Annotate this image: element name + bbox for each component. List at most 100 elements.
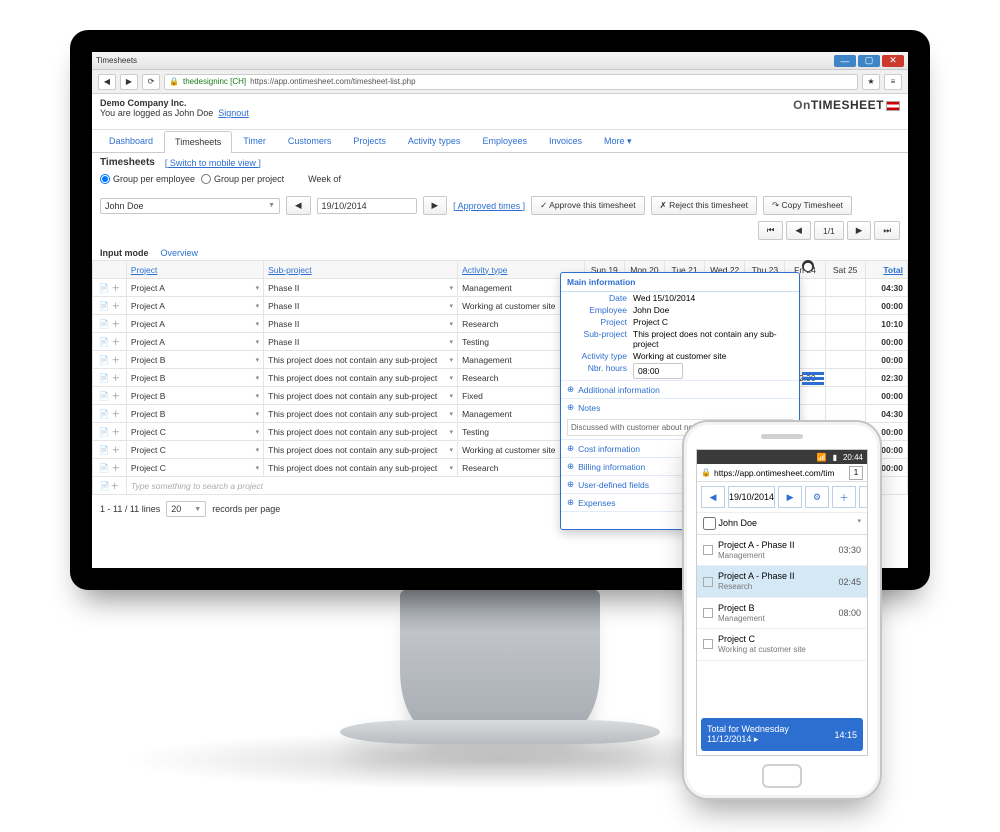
row-add-icon[interactable]: ＋	[111, 463, 120, 473]
phone-list-item[interactable]: Project BManagement08:00	[697, 598, 867, 629]
row-add-icon[interactable]: 📄＋	[100, 481, 119, 491]
row-add-icon[interactable]: ＋	[111, 337, 120, 347]
subproject-select[interactable]: Phase II▾	[268, 301, 453, 311]
checkbox[interactable]	[703, 577, 713, 587]
page-prev[interactable]: ◀	[786, 221, 811, 240]
row-copy-icon[interactable]: 📄	[99, 355, 110, 365]
row-copy-icon[interactable]: 📄	[99, 409, 110, 419]
phone-day-next[interactable]: ▶	[778, 486, 802, 508]
row-copy-icon[interactable]: 📄	[99, 373, 110, 383]
tab-projects[interactable]: Projects	[342, 130, 397, 152]
page-first[interactable]: ⏮	[758, 221, 784, 240]
time-cell[interactable]	[825, 387, 865, 405]
popover-hours-input[interactable]: 08:00	[633, 363, 683, 379]
tab-more-[interactable]: More ▾	[593, 130, 643, 152]
phone-date[interactable]: 19/10/2014	[728, 486, 775, 508]
project-select[interactable]: Project C▾	[131, 463, 259, 473]
window-maximize[interactable]: ▢	[858, 55, 880, 67]
row-add-icon[interactable]: ＋	[111, 427, 120, 437]
phone-settings[interactable]: ⚙	[805, 486, 829, 508]
subproject-select[interactable]: This project does not contain any sub-pr…	[268, 445, 453, 455]
tab-activity-types[interactable]: Activity types	[397, 130, 472, 152]
tab-timesheets[interactable]: Timesheets	[164, 131, 232, 153]
project-select[interactable]: Project B▾	[131, 355, 259, 365]
row-copy-icon[interactable]: 📄	[99, 319, 110, 329]
phone-list-item[interactable]: Project A - Phase IIManagement03:30	[697, 535, 867, 566]
row-add-icon[interactable]: ＋	[111, 373, 120, 383]
project-select[interactable]: Project C▾	[131, 427, 259, 437]
popover-drag-handle[interactable]	[802, 372, 824, 394]
project-select[interactable]: Project B▾	[131, 373, 259, 383]
subproject-select[interactable]: This project does not contain any sub-pr…	[268, 463, 453, 473]
project-select[interactable]: Project B▾	[131, 409, 259, 419]
time-cell[interactable]	[825, 279, 865, 297]
phone-tabs-button[interactable]: 1	[849, 466, 863, 480]
mode-overview[interactable]: Overview	[161, 248, 199, 258]
row-copy-icon[interactable]: 📄	[99, 391, 110, 401]
popover-additional[interactable]: ⊕Additional information	[561, 380, 799, 398]
checkbox[interactable]	[703, 608, 713, 618]
row-add-icon[interactable]: ＋	[111, 319, 120, 329]
project-select[interactable]: Project A▾	[131, 319, 259, 329]
phone-add[interactable]: ＋	[832, 486, 856, 508]
row-add-icon[interactable]: ＋	[111, 283, 120, 293]
row-add-icon[interactable]: ＋	[111, 355, 120, 365]
subproject-select[interactable]: Phase II▾	[268, 337, 453, 347]
phone-total-row[interactable]: Total for Wednesday 11/12/2014 ▸ 14:15	[701, 718, 863, 751]
nav-reload[interactable]: ⟳	[142, 74, 160, 90]
project-select[interactable]: Project C▾	[131, 445, 259, 455]
browser-menu[interactable]: ≡	[884, 74, 902, 90]
phone-list-item[interactable]: Project A - Phase IIResearch02:45	[697, 566, 867, 597]
checkbox[interactable]	[703, 639, 713, 649]
row-copy-icon[interactable]: 📄	[99, 337, 110, 347]
per-page-select[interactable]: 20▼	[166, 501, 206, 517]
reject-button[interactable]: ✗ Reject this timesheet	[651, 196, 757, 215]
project-select[interactable]: Project A▾	[131, 283, 259, 293]
page-last[interactable]: ⏭	[874, 221, 900, 240]
tab-invoices[interactable]: Invoices	[538, 130, 593, 152]
row-add-icon[interactable]: ＋	[111, 409, 120, 419]
approved-times-link[interactable]: [ Approved times ]	[453, 201, 525, 211]
popover-pin-icon[interactable]: ⬤	[802, 260, 814, 272]
copy-timesheet-button[interactable]: ↷ Copy Timesheet	[763, 196, 852, 215]
row-copy-icon[interactable]: 📄	[99, 283, 110, 293]
time-cell[interactable]	[825, 297, 865, 315]
bookmark-star[interactable]: ★	[862, 74, 880, 90]
project-select[interactable]: Project A▾	[131, 301, 259, 311]
project-select[interactable]: Project B▾	[131, 391, 259, 401]
tab-customers[interactable]: Customers	[277, 130, 343, 152]
time-cell[interactable]	[825, 351, 865, 369]
popover-notes[interactable]: ⊕Notes	[561, 398, 799, 416]
row-add-icon[interactable]: ＋	[111, 391, 120, 401]
subproject-select[interactable]: Phase II▾	[268, 283, 453, 293]
phone-url-input[interactable]	[714, 468, 846, 478]
row-add-icon[interactable]: ＋	[111, 301, 120, 311]
row-copy-icon[interactable]: 📄	[99, 427, 110, 437]
tab-timer[interactable]: Timer	[232, 130, 277, 152]
approve-button[interactable]: ✓ Approve this timesheet	[531, 196, 644, 215]
phone-menu[interactable]: ≡	[859, 486, 868, 508]
week-of-date[interactable]: 19/10/2014	[317, 198, 417, 214]
time-cell[interactable]	[825, 315, 865, 333]
url-box[interactable]: 🔒 thedesigninc [CH] https://app.ontimesh…	[164, 74, 858, 90]
subproject-select[interactable]: This project does not contain any sub-pr…	[268, 355, 453, 365]
phone-employee-row[interactable]: John Doe ▾	[697, 513, 867, 535]
signout-link[interactable]: Signout	[218, 108, 249, 118]
time-cell[interactable]	[825, 369, 865, 387]
subproject-select[interactable]: This project does not contain any sub-pr…	[268, 373, 453, 383]
phone-day-prev[interactable]: ◀	[701, 486, 725, 508]
window-minimize[interactable]: —	[834, 55, 856, 67]
checkbox[interactable]	[703, 545, 713, 555]
row-copy-icon[interactable]: 📄	[99, 463, 110, 473]
week-next[interactable]: ▶	[423, 196, 448, 215]
row-copy-icon[interactable]: 📄	[99, 445, 110, 455]
row-copy-icon[interactable]: 📄	[99, 301, 110, 311]
subproject-select[interactable]: This project does not contain any sub-pr…	[268, 391, 453, 401]
subproject-select[interactable]: Phase II▾	[268, 319, 453, 329]
phone-home-button[interactable]	[762, 764, 802, 788]
subproject-select[interactable]: This project does not contain any sub-pr…	[268, 409, 453, 419]
radio-group-employee[interactable]: Group per employee	[100, 174, 195, 184]
page-next[interactable]: ▶	[847, 221, 872, 240]
radio-group-project[interactable]: Group per project	[201, 174, 284, 184]
tab-dashboard[interactable]: Dashboard	[98, 130, 164, 152]
